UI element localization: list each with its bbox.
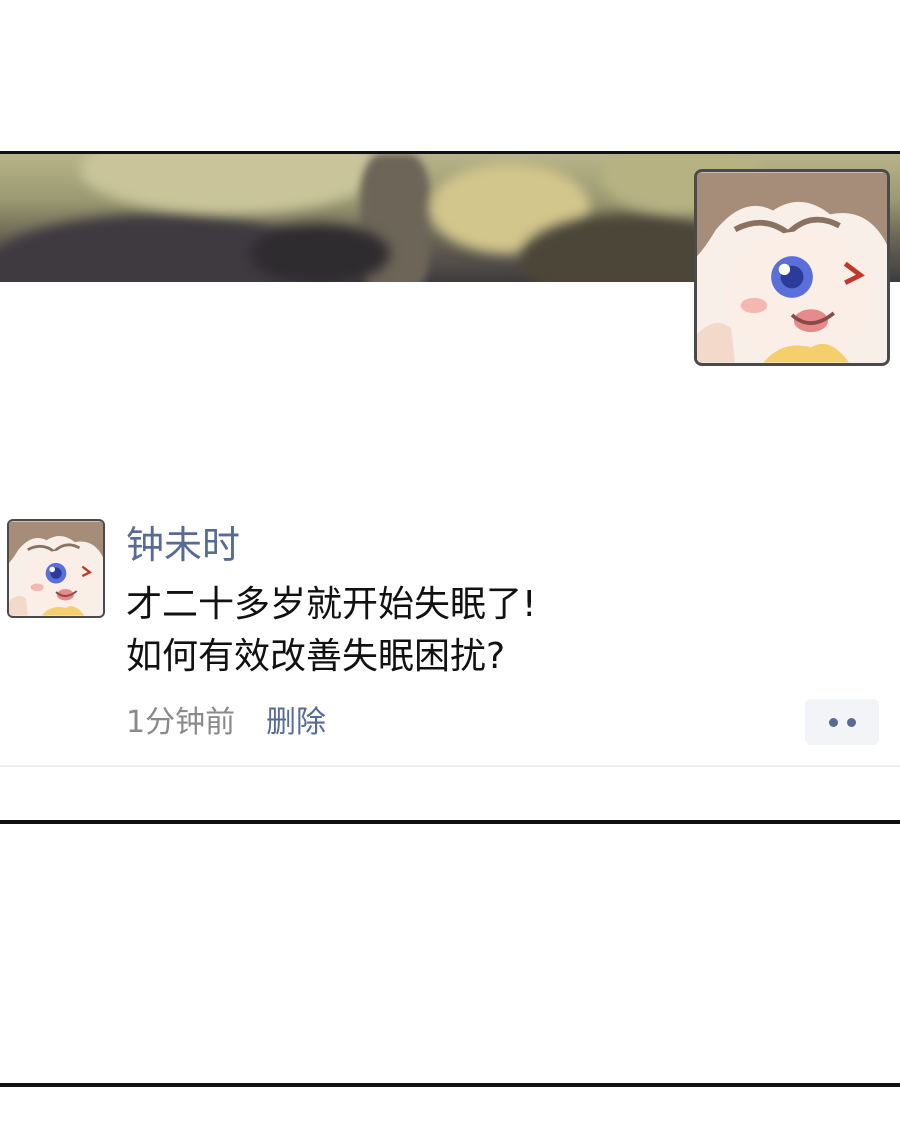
more-dots-icon bbox=[828, 717, 838, 727]
delete-link[interactable]: 删除 bbox=[266, 704, 326, 742]
post-timestamp: 1分钟前 bbox=[126, 705, 236, 740]
post-text-line-2: 如何有效改善失眠困扰? bbox=[126, 636, 506, 677]
avatar-illustration bbox=[697, 172, 887, 363]
more-dots-icon bbox=[846, 717, 856, 727]
panel-border-next bbox=[0, 1083, 900, 1087]
comment-avatar[interactable] bbox=[7, 519, 105, 618]
divider bbox=[0, 765, 900, 767]
panel-border-bottom bbox=[0, 820, 900, 824]
more-actions-button[interactable] bbox=[805, 699, 879, 745]
post-username[interactable]: 钟未时 bbox=[126, 522, 240, 568]
post-text-line-1: 才二十多岁就开始失眠了! bbox=[126, 584, 537, 625]
avatar-illustration bbox=[9, 521, 103, 616]
profile-avatar[interactable] bbox=[694, 169, 890, 366]
